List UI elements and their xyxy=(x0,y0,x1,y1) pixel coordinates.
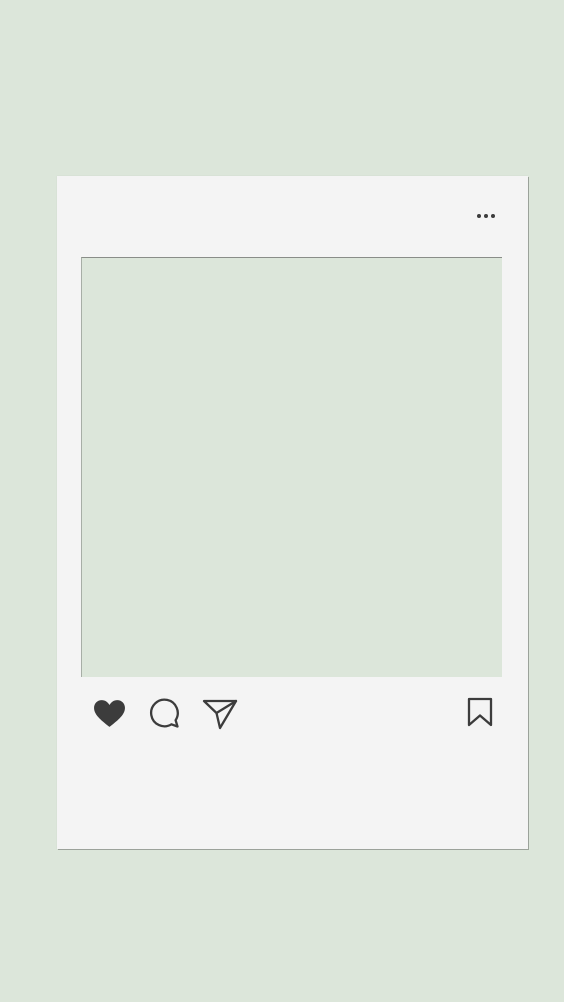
more-options-button[interactable] xyxy=(474,209,498,223)
post-card xyxy=(57,176,528,849)
comment-button[interactable] xyxy=(147,696,181,730)
share-button[interactable] xyxy=(201,696,239,732)
like-button[interactable] xyxy=(92,696,126,730)
paper-plane-icon xyxy=(202,698,238,730)
comment-bubble-icon xyxy=(148,697,180,729)
post-photo-placeholder[interactable] xyxy=(81,257,502,677)
heart-filled-icon xyxy=(93,699,126,728)
more-horizontal-icon xyxy=(476,213,496,219)
bookmark-icon xyxy=(467,697,493,727)
save-button[interactable] xyxy=(465,696,495,728)
